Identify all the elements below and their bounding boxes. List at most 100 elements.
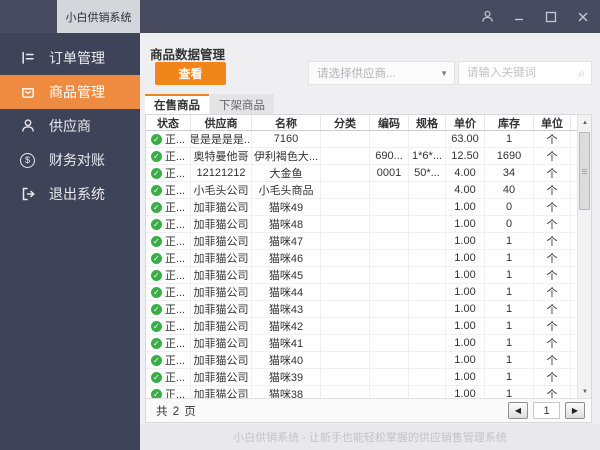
table-row[interactable]: ✓ 正... 是是是是是... 7160 63.00 1 个 [146,131,577,148]
scroll-down-icon[interactable]: ▼ [578,385,592,398]
window-controls [478,0,592,33]
cell-stock: 1 [485,284,534,300]
minimize-button[interactable] [510,8,528,26]
cell-supplier: 加菲猫公司 [191,369,252,385]
table-row[interactable]: ✓ 正... 加菲猫公司 猫咪39 1.00 1 个 [146,369,577,386]
cell-stock: 34 [485,165,534,181]
tab-offshelf[interactable]: 下架商品 [210,94,274,114]
status-text: 正... [164,270,186,282]
table-row[interactable]: ✓ 正... 加菲猫公司 猫咪40 1.00 1 个 [146,352,577,369]
cell-status: ✓ 正... [146,267,191,283]
sidebar-item-suppliers[interactable]: 供应商 [0,109,140,143]
sidebar-item-finance[interactable]: $ 财务对账 [0,143,140,177]
col-name[interactable]: 名称 [252,115,321,130]
cell-category [321,148,370,164]
cell-price: 63.00 [446,131,485,147]
cell-code [370,301,409,317]
cell-price: 1.00 [446,250,485,266]
table-row[interactable]: ✓ 正... 小毛头公司 小毛头商品 4.00 40 个 [146,182,577,199]
sidebar-item-label: 财务对账 [49,152,105,168]
cell-price: 1.00 [446,233,485,249]
table-row[interactable]: ✓ 正... 加菲猫公司 猫咪45 1.00 1 个 [146,267,577,284]
cell-supplier: 加菲猫公司 [191,267,252,283]
cell-unit: 个 [534,301,571,317]
person-icon [19,118,36,135]
keyword-input[interactable] [467,67,567,79]
col-stock[interactable]: 库存 [485,115,534,130]
cell-supplier: 小毛头公司 [191,182,252,198]
status-ok-icon: ✓ [150,150,162,162]
cell-spec [409,284,446,300]
cell-category [321,267,370,283]
cell-unit: 个 [534,318,571,334]
cell-spec [409,182,446,198]
table-row[interactable]: ✓ 正... 加菲猫公司 猫咪43 1.00 1 个 [146,301,577,318]
keyword-search: ⌕ [458,61,592,85]
cell-stock: 1 [485,369,534,385]
cell-code [370,352,409,368]
cell-price: 4.00 [446,165,485,181]
cell-code [370,250,409,266]
table-panel: 状态 供应商 名称 分类 编码 规格 单价 库存 单位 ✓ 正... 是是是是是… [145,114,592,423]
status-ok-icon: ✓ [150,184,162,196]
table-row[interactable]: ✓ 正... 加菲猫公司 猫咪42 1.00 1 个 [146,318,577,335]
status-text: 正... [164,372,186,384]
chevron-down-icon: ▼ [440,68,448,78]
next-page-button[interactable]: ▶ [565,402,585,419]
cell-spec [409,369,446,385]
sidebar-item-orders[interactable]: 订单管理 [0,41,140,75]
sidebar-item-label: 供应商 [49,118,91,134]
prev-page-button[interactable]: ◀ [508,402,528,419]
toolbar: 查看 请选择供应商... ▼ ⌕ [140,61,600,85]
cell-name: 猫咪45 [252,267,321,283]
cell-unit: 个 [534,216,571,232]
status-text: 正... [164,287,186,299]
scrollbar-thumb[interactable] [579,132,590,210]
col-price[interactable]: 单价 [446,115,485,130]
vertical-scrollbar[interactable]: ▲ ▼ [577,115,591,399]
close-button[interactable] [574,8,592,26]
cell-stock: 0 [485,216,534,232]
supplier-select[interactable]: 请选择供应商... ▼ [308,61,455,85]
col-spec[interactable]: 规格 [409,115,446,130]
cell-supplier: 加菲猫公司 [191,318,252,334]
cell-status: ✓ 正... [146,199,191,215]
maximize-button[interactable] [542,8,560,26]
col-supplier[interactable]: 供应商 [191,115,252,130]
cell-stock: 0 [485,199,534,215]
user-icon[interactable] [478,8,496,26]
scroll-up-icon[interactable]: ▲ [578,116,592,129]
table-row[interactable]: ✓ 正... 奥特曼他哥 伊利褐色大... 690... 1*6*... 12.… [146,148,577,165]
app-title-tab[interactable]: 小白供销系统 [57,0,140,33]
cell-name: 猫咪44 [252,284,321,300]
cell-name: 小毛头商品 [252,182,321,198]
cell-name: 伊利褐色大... [252,148,321,164]
cell-unit: 个 [534,131,571,147]
table-row[interactable]: ✓ 正... 12121212 大金鱼 0001 50*... 4.00 34 … [146,165,577,182]
cell-status: ✓ 正... [146,165,191,181]
cell-status: ✓ 正... [146,148,191,164]
sidebar-item-exit[interactable]: 退出系统 [0,177,140,211]
current-page-box[interactable]: 1 [533,402,560,419]
query-button[interactable]: 查看 [155,61,226,85]
col-unit[interactable]: 单位 [534,115,571,130]
cell-stock: 1690 [485,148,534,164]
order-list-icon [19,50,36,67]
table-row[interactable]: ✓ 正... 加菲猫公司 猫咪49 1.00 0 个 [146,199,577,216]
cell-unit: 个 [534,199,571,215]
table-row[interactable]: ✓ 正... 加菲猫公司 猫咪41 1.00 1 个 [146,335,577,352]
cell-category [321,352,370,368]
cell-category [321,165,370,181]
col-category[interactable]: 分类 [321,115,370,130]
tab-onsale[interactable]: 在售商品 [145,94,209,114]
table-row[interactable]: ✓ 正... 加菲猫公司 猫咪47 1.00 1 个 [146,233,577,250]
col-status[interactable]: 状态 [146,115,191,130]
cell-category [321,301,370,317]
cell-supplier: 是是是是是... [191,131,252,147]
sidebar-item-products[interactable]: 商品管理 [0,75,140,109]
table-row[interactable]: ✓ 正... 加菲猫公司 猫咪44 1.00 1 个 [146,284,577,301]
table-row[interactable]: ✓ 正... 加菲猫公司 猫咪48 1.00 0 个 [146,216,577,233]
cell-status: ✓ 正... [146,335,191,351]
table-row[interactable]: ✓ 正... 加菲猫公司 猫咪46 1.00 1 个 [146,250,577,267]
col-code[interactable]: 编码 [370,115,409,130]
